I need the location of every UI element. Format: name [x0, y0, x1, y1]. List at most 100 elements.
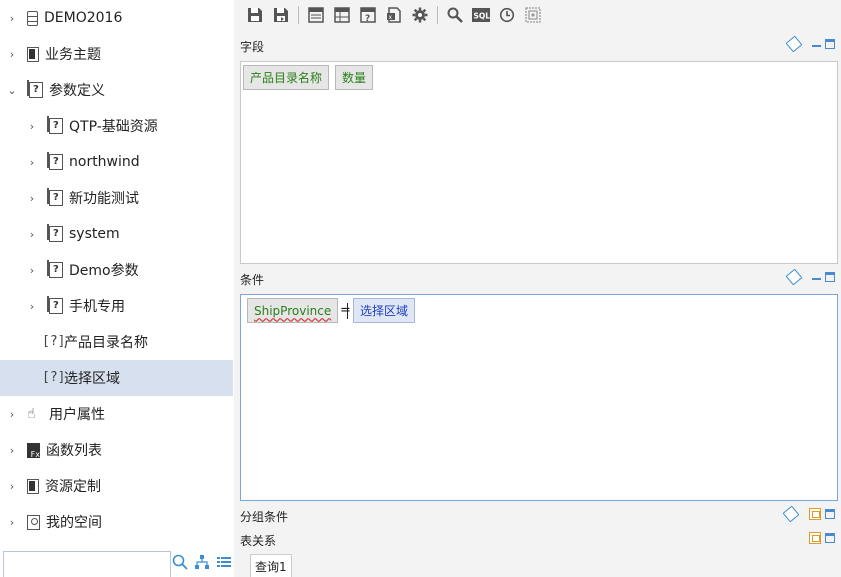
tree-search-input[interactable] [3, 551, 171, 577]
chevron-right-icon[interactable]: › [25, 119, 39, 133]
svg-text:x: x [389, 14, 393, 21]
chevron-right-icon[interactable]: › [25, 263, 39, 277]
save-icon [248, 8, 262, 22]
chevron-right-icon[interactable]: › [25, 299, 39, 313]
hierarchy-icon[interactable] [194, 554, 210, 574]
topic-icon [27, 46, 39, 62]
history-icon [499, 7, 515, 23]
chevron-right-icon[interactable]: › [5, 479, 19, 493]
minimize-icon[interactable] [812, 278, 821, 280]
function-icon: Fx [27, 442, 40, 459]
user-space-icon [27, 514, 40, 530]
database-icon [27, 10, 38, 26]
save-button[interactable] [242, 2, 268, 28]
chevron-down-icon[interactable]: ⌄ [5, 83, 19, 97]
tree-item-label: 业务主题 [45, 47, 101, 63]
eraser-icon[interactable] [782, 505, 800, 523]
restore-icon[interactable] [809, 532, 821, 544]
tree-item-select-region[interactable]: [?] 选择区域 [0, 360, 233, 396]
tree-item-new-feature-test[interactable]: › 新功能测试 [0, 180, 233, 216]
hand-icon: ☝ [27, 406, 36, 422]
tree-item-business-topic[interactable]: › 业务主题 [0, 36, 233, 72]
tree-item-param-definitions[interactable]: ⌄ 参数定义 [0, 72, 233, 108]
tree-item-label: system [69, 226, 120, 242]
eraser-icon[interactable] [785, 35, 803, 53]
table-button[interactable] [329, 2, 355, 28]
tree-item-label: QTP-基础资源 [69, 119, 158, 135]
field-chip[interactable]: 数量 [335, 65, 374, 90]
minimize-icon[interactable] [812, 45, 821, 47]
tree-item-label: 手机专用 [69, 299, 125, 315]
chevron-right-icon[interactable]: › [25, 155, 39, 169]
chevron-right-icon[interactable]: › [5, 47, 19, 61]
tree-item-demo-params[interactable]: › Demo参数 [0, 252, 233, 288]
condition-field-chip[interactable]: ShipProvince [247, 298, 339, 323]
param-icon: [?] [42, 370, 66, 385]
group-conditions-section-title: 分组条件 [240, 510, 289, 524]
layout-button[interactable] [303, 2, 329, 28]
search-button[interactable] [442, 2, 468, 28]
clear-icon [525, 7, 541, 23]
tree-item-qtp[interactable]: › QTP-基础资源 [0, 108, 233, 144]
field-chip[interactable]: 产品目录名称 [243, 65, 330, 90]
chevron-right-icon[interactable]: › [5, 407, 19, 421]
tree-item-label: 我的空间 [46, 515, 102, 531]
tree-item-label: 用户属性 [49, 407, 105, 423]
tree-item-function-list[interactable]: › Fx 函数列表 [0, 432, 233, 468]
excel-button[interactable]: x [381, 2, 407, 28]
restore-icon[interactable] [809, 508, 821, 520]
tree-item-label: 资源定制 [45, 479, 101, 495]
chevron-right-icon[interactable]: › [25, 227, 39, 241]
conditions-section-controls [785, 268, 835, 286]
chevron-right-icon[interactable]: › [5, 11, 19, 25]
tab-query1[interactable]: 查询1 [250, 554, 292, 577]
maximize-icon[interactable] [825, 533, 835, 543]
history-button[interactable] [494, 2, 520, 28]
chevron-right-icon[interactable]: › [5, 515, 19, 529]
resource-icon [27, 478, 39, 494]
tree-item-user-attributes[interactable]: › ☝ 用户属性 [0, 396, 233, 432]
clear-button[interactable] [520, 2, 546, 28]
settings-icon [412, 7, 428, 23]
chevron-right-icon[interactable]: › [5, 443, 19, 457]
svg-text:?: ? [365, 14, 370, 23]
save-as-icon [274, 8, 288, 22]
tree-item-system[interactable]: › system [0, 216, 233, 252]
query-editor: ? x SQL 字段 产品目录名称 数量 条件 ShipProvince = 选… [234, 0, 841, 577]
maximize-icon[interactable] [825, 272, 835, 282]
fields-panel[interactable]: 产品目录名称 数量 [240, 61, 838, 264]
param-folder-icon [47, 188, 63, 206]
sidebar-tree: › DEMO2016 › 业务主题 ⌄ 参数定义 › QTP-基础资源 › no… [0, 0, 233, 577]
tree-item-demo2016[interactable]: › DEMO2016 [0, 0, 233, 36]
maximize-icon[interactable] [825, 39, 835, 49]
conditions-panel[interactable]: ShipProvince = 选择区域 [240, 294, 838, 501]
tree-item-product-catalog-name[interactable]: [?] 产品目录名称 [0, 324, 233, 360]
param-folder-icon [47, 152, 63, 170]
tree-item-label: DEMO2016 [44, 10, 123, 26]
chevron-right-icon[interactable]: › [25, 191, 39, 205]
condition-param-chip[interactable]: 选择区域 [353, 298, 416, 323]
tree-item-resource-custom[interactable]: › 资源定制 [0, 468, 233, 504]
tree-item-label: northwind [69, 154, 140, 170]
param-folder-icon [47, 224, 63, 242]
toolbar-separator [298, 6, 299, 24]
tree-item-northwind[interactable]: › northwind [0, 144, 233, 180]
param-button[interactable]: ? [355, 2, 381, 28]
search-icon[interactable] [172, 554, 188, 574]
param-folder-icon [47, 116, 63, 134]
settings-button[interactable] [407, 2, 433, 28]
sql-button[interactable]: SQL [468, 2, 494, 28]
text-caret [347, 303, 348, 319]
maximize-icon[interactable] [825, 509, 835, 519]
tree-item-my-space[interactable]: › 我的空间 [0, 504, 233, 540]
toolbar: ? x SQL [234, 0, 546, 30]
list-icon[interactable] [216, 554, 232, 574]
tree-item-mobile[interactable]: › 手机专用 [0, 288, 233, 324]
group-conditions-section-controls [782, 505, 835, 523]
param-folder-icon [27, 80, 43, 98]
condition-operator[interactable]: = [340, 303, 351, 318]
save-as-button[interactable] [268, 2, 294, 28]
eraser-icon[interactable] [785, 268, 803, 286]
param-folder-icon [47, 296, 63, 314]
layout-icon [308, 7, 324, 23]
